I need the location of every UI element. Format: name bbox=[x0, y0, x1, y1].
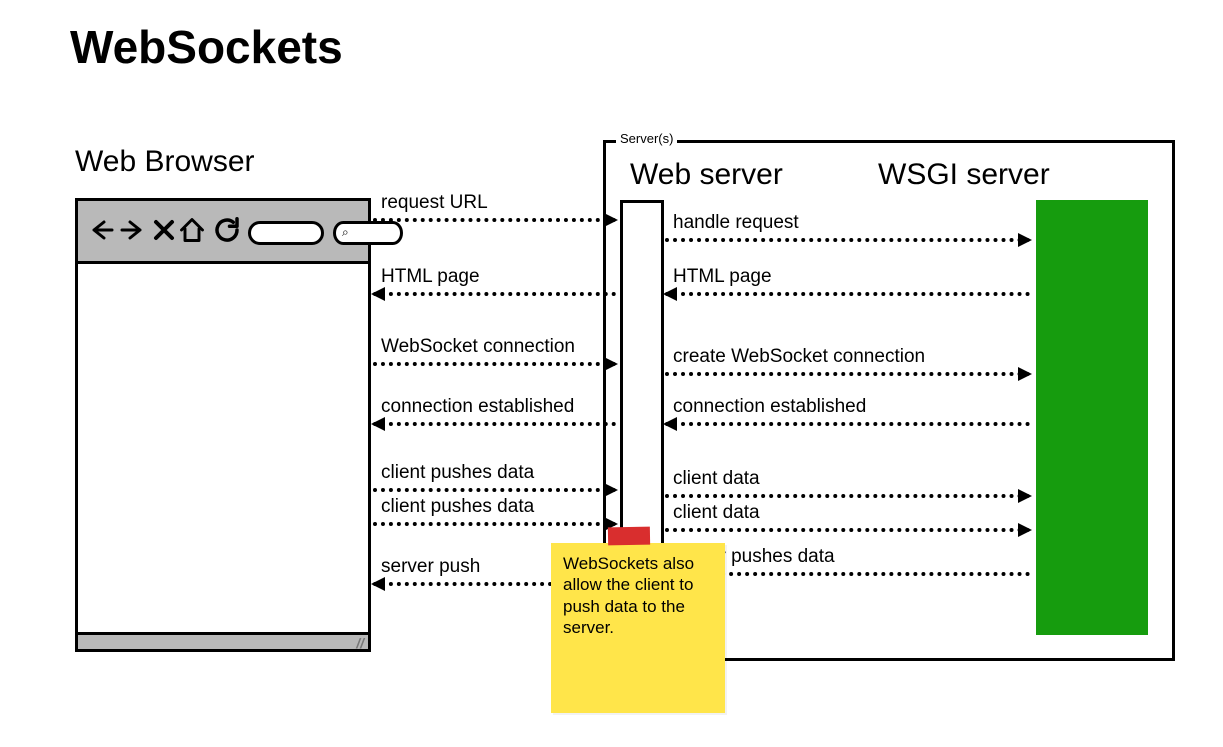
arrow-right-icon bbox=[665, 372, 1030, 376]
arrow-right-icon bbox=[373, 362, 616, 366]
flow-label: create WebSocket connection bbox=[673, 346, 925, 368]
sticky-note-tape bbox=[608, 527, 650, 546]
reload-icon bbox=[212, 215, 242, 245]
arrow-left-icon bbox=[665, 422, 1030, 426]
wsgi-server-lane bbox=[1036, 200, 1148, 635]
flow-label: client pushes data bbox=[381, 462, 534, 484]
arrow-left-icon bbox=[665, 292, 1030, 296]
forward-arrow-icon bbox=[120, 218, 144, 242]
flow-label: HTML page bbox=[673, 266, 772, 288]
flow-label: client pushes data bbox=[381, 496, 534, 518]
stop-x-icon bbox=[152, 218, 176, 242]
sticky-note: WebSockets also allow the client to push… bbox=[551, 543, 725, 713]
flow-label: server push bbox=[381, 556, 480, 578]
arrow-left-icon bbox=[373, 292, 616, 296]
browser-status-bar: // bbox=[78, 632, 368, 649]
search-bar: ⌕ bbox=[333, 221, 403, 245]
flow-label: client data bbox=[673, 468, 760, 490]
address-bar bbox=[248, 221, 324, 245]
flow-label: connection established bbox=[381, 396, 574, 418]
browser-toolbar: ⌕ bbox=[78, 201, 368, 264]
arrow-left-icon bbox=[373, 422, 616, 426]
arrow-right-icon bbox=[373, 218, 616, 222]
flow-label: HTML page bbox=[381, 266, 480, 288]
browser-heading: Web Browser bbox=[75, 145, 255, 179]
wsgi-server-heading: WSGI server bbox=[878, 158, 1050, 192]
page-title: WebSockets bbox=[70, 20, 343, 74]
arrow-right-icon bbox=[665, 528, 1030, 532]
arrow-right-icon bbox=[373, 488, 616, 492]
home-icon bbox=[178, 216, 206, 244]
flow-label: request URL bbox=[381, 192, 488, 214]
flow-label: WebSocket connection bbox=[381, 336, 575, 358]
flow-label: client data bbox=[673, 502, 760, 524]
browser-window: ⌕ // bbox=[75, 198, 371, 652]
flow-label: connection established bbox=[673, 396, 866, 418]
servers-legend: Server(s) bbox=[616, 131, 677, 146]
arrow-right-icon bbox=[665, 238, 1030, 242]
arrow-right-icon bbox=[373, 522, 616, 526]
arrow-right-icon bbox=[665, 494, 1030, 498]
back-arrow-icon bbox=[90, 218, 114, 242]
resize-grip-icon: // bbox=[356, 635, 364, 651]
flow-label: handle request bbox=[673, 212, 799, 234]
web-server-heading: Web server bbox=[630, 158, 783, 192]
